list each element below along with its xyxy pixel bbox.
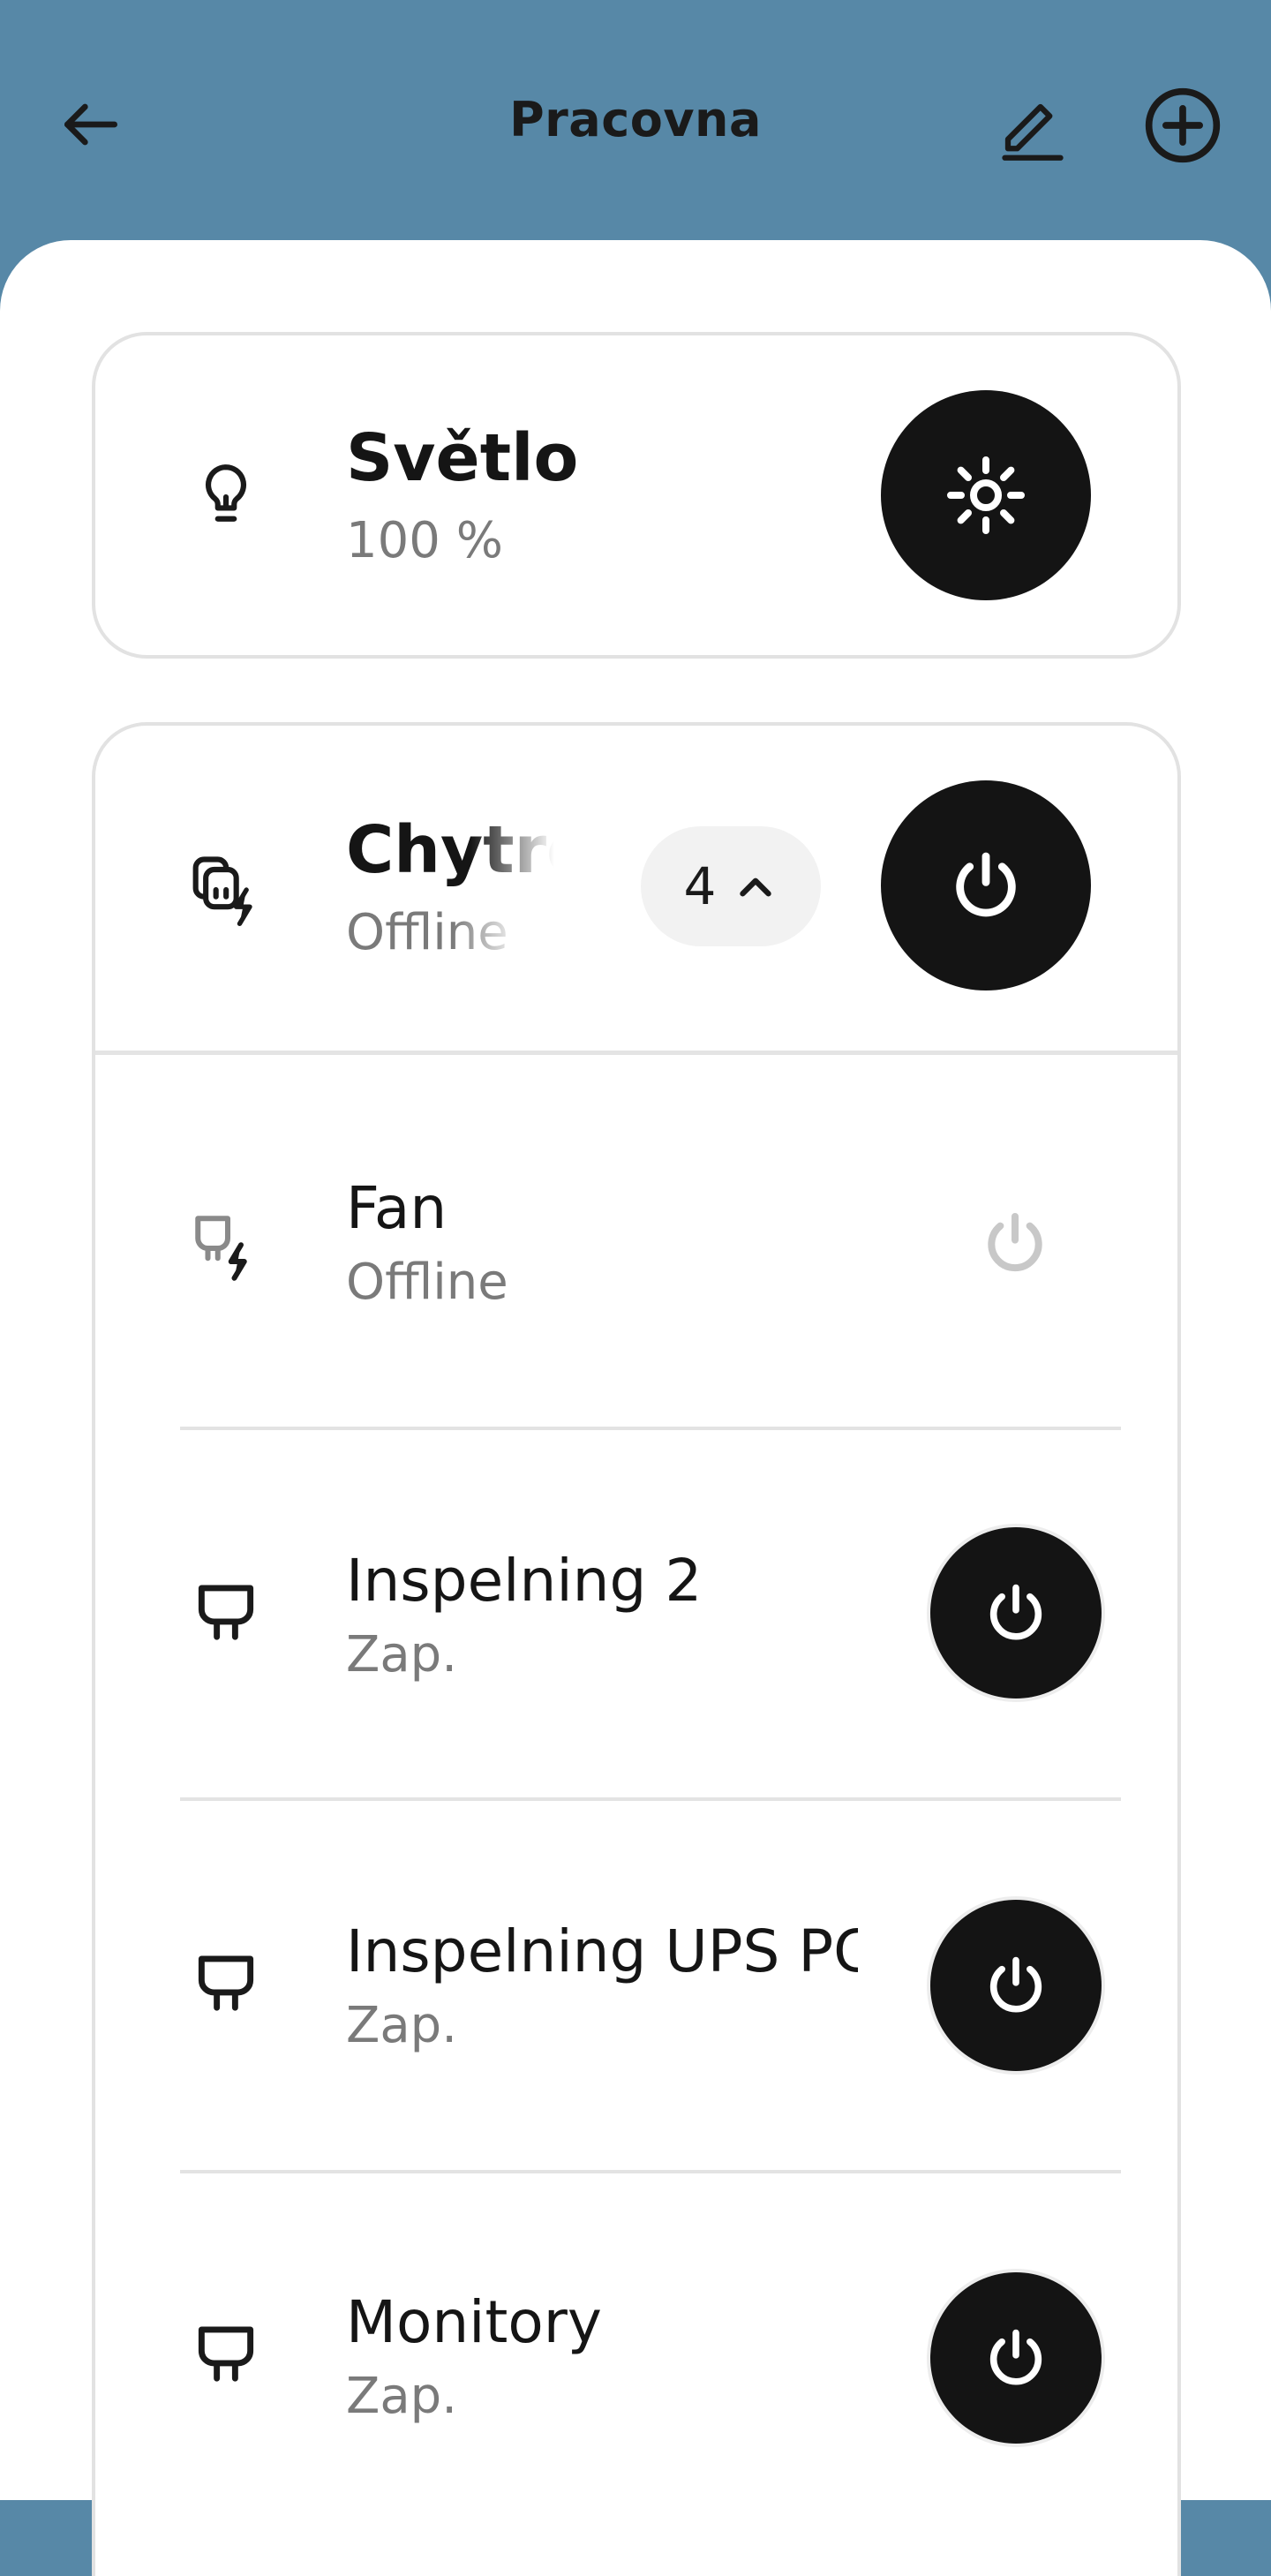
power-icon — [989, 2329, 1042, 2385]
inspelning-2-power-button[interactable] — [930, 1527, 1102, 1699]
add-button[interactable] — [1139, 81, 1227, 169]
monitory-power-button[interactable] — [930, 2272, 1102, 2444]
fan-power-button[interactable] — [962, 1190, 1068, 1296]
light-name: Světlo — [346, 420, 579, 496]
plug-offline-icon — [184, 1204, 272, 1292]
device-name-inspelning-ups-pc: Inspelning UPS PC — [346, 1917, 858, 1985]
top-bar: Pracovna — [0, 0, 1271, 243]
group-divider — [95, 1051, 1177, 1055]
device-status-fan: Offline — [346, 1254, 508, 1311]
device-name-fan: Fan — [346, 1174, 447, 1242]
group-status: Offline — [346, 904, 508, 961]
light-value: 100 % — [346, 512, 503, 569]
device-name-monitory: Monitory — [346, 2288, 602, 2356]
chevron-up-icon — [740, 877, 772, 897]
plug-icon — [182, 2313, 270, 2401]
power-icon — [956, 852, 1016, 917]
page-title: Pracovna — [509, 92, 762, 147]
plug-icon — [182, 1571, 270, 1660]
device-status-inspelning-ups-pc: Zap. — [346, 1997, 458, 2054]
brightness-icon — [947, 456, 1025, 534]
pencil-icon — [1002, 103, 1064, 161]
device-status-inspelning-2: Zap. — [346, 1626, 458, 1683]
plus-circle-icon — [1145, 87, 1221, 163]
group-name: Chytré — [346, 812, 554, 888]
edit-button[interactable] — [989, 81, 1077, 169]
group-count: 4 — [683, 856, 717, 916]
list-separator — [180, 1797, 1121, 1801]
list-separator — [180, 2170, 1121, 2173]
group-power-button[interactable] — [881, 780, 1091, 990]
device-name-inspelning-2: Inspelning 2 — [346, 1547, 703, 1615]
bulb-icon — [182, 450, 270, 539]
smart-plug-group-icon — [185, 846, 274, 934]
power-icon — [988, 1213, 1042, 1272]
group-count-toggle[interactable]: 4 — [641, 826, 821, 946]
list-separator — [180, 1427, 1121, 1430]
device-status-monitory: Zap. — [346, 2368, 458, 2425]
power-icon — [989, 1956, 1042, 2013]
plug-icon — [182, 1942, 270, 2030]
brightness-button[interactable] — [881, 390, 1091, 600]
power-icon — [989, 1584, 1042, 1640]
inspelning-ups-pc-power-button[interactable] — [930, 1900, 1102, 2071]
